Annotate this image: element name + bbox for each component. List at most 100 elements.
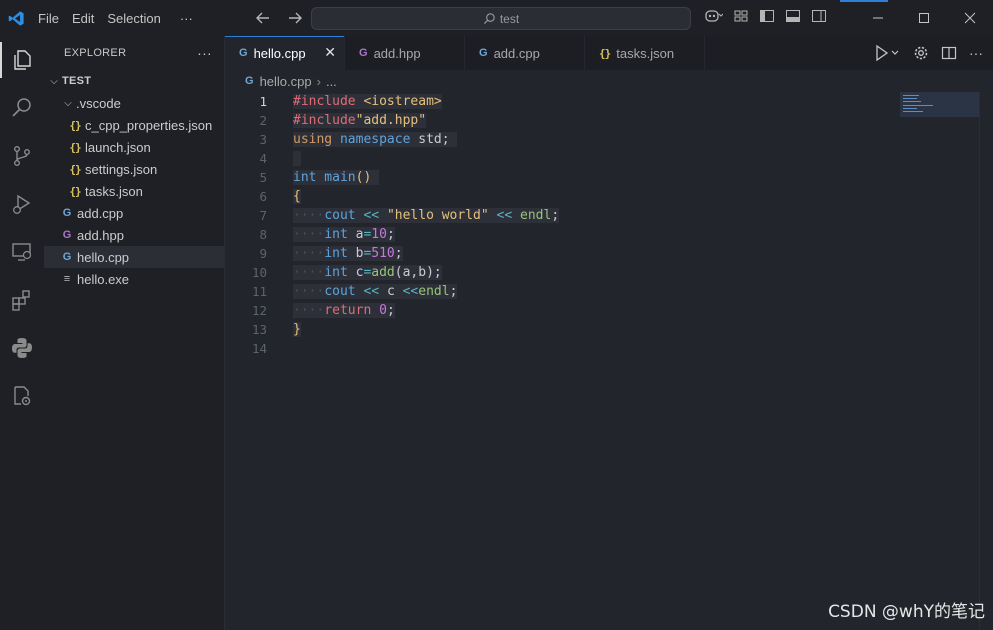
code-text: [293, 151, 301, 166]
activity-run-debug[interactable]: [0, 180, 44, 228]
code-editor[interactable]: 1 #include <iostream> 2 #include"add.hpp…: [225, 92, 993, 358]
line-number: 8: [259, 227, 267, 242]
tree-item-label: launch.json: [85, 139, 151, 155]
token: 10: [371, 227, 387, 242]
tree-item-hello-cpp[interactable]: G hello.cpp: [44, 246, 224, 268]
token: <<: [355, 284, 387, 299]
command-center-search[interactable]: test: [311, 7, 691, 30]
token: ;: [449, 284, 458, 299]
workspace-folder[interactable]: ⌵ TEST: [44, 70, 224, 92]
breadcrumb-file[interactable]: hello.cpp: [260, 74, 312, 89]
gear-icon[interactable]: [913, 45, 929, 61]
tree-item-settings-json[interactable]: {} settings.json: [44, 158, 224, 180]
tree-item-c-cpp-properties[interactable]: {} c_cpp_properties.json: [44, 114, 224, 136]
token: (a,b);: [394, 265, 442, 280]
token: ;: [386, 227, 395, 242]
tree-item-label: settings.json: [85, 161, 158, 177]
maximize-button[interactable]: [901, 0, 947, 36]
menu-file[interactable]: File: [38, 11, 59, 26]
line-number: 6: [259, 189, 267, 204]
close-window-button[interactable]: [947, 0, 993, 36]
tree-item-vscode-folder[interactable]: ⌵ .vscode: [44, 92, 224, 114]
code-line: 6 {: [225, 187, 993, 206]
token: endl: [520, 208, 552, 223]
code-line: 11 ····cout << c <<endl;: [225, 282, 993, 301]
code-text: ····int b=510;: [293, 246, 403, 261]
extensions-icon: [12, 290, 30, 311]
code-line: 12 ····return 0;: [225, 301, 993, 320]
back-arrow-icon[interactable]: [254, 9, 272, 27]
cpp-file-icon: G: [62, 251, 72, 263]
token: namespace: [339, 132, 411, 147]
activity-extensions[interactable]: [0, 276, 44, 324]
token: b: [347, 246, 364, 261]
close-tab-icon[interactable]: ✕: [324, 44, 336, 61]
close-icon: [964, 12, 976, 24]
activity-explorer[interactable]: [0, 36, 44, 84]
menu-more[interactable]: ···: [180, 11, 193, 26]
token: 0: [379, 303, 387, 318]
explorer-header: EXPLORER ···: [44, 36, 224, 70]
minimap[interactable]: [900, 92, 980, 117]
token: cout: [324, 208, 356, 223]
cpp-file-icon: G: [245, 75, 254, 87]
activity-python[interactable]: [0, 324, 44, 372]
toggle-primary-sidebar-icon[interactable]: [759, 8, 775, 24]
more-actions-icon[interactable]: ···: [969, 45, 983, 61]
code-text: ····return 0;: [293, 303, 395, 318]
activity-remote-explorer[interactable]: [0, 228, 44, 276]
run-debug-dropdown-icon[interactable]: [873, 44, 901, 62]
tree-item-tasks-json[interactable]: {} tasks.json: [44, 180, 224, 202]
token: int: [324, 246, 348, 261]
line-number: 5: [259, 170, 267, 185]
code-text: #include <iostream>: [293, 94, 442, 109]
token: 510: [371, 246, 395, 261]
menu-edit[interactable]: Edit: [72, 11, 94, 26]
minimize-button[interactable]: [855, 0, 901, 36]
line-number: 4: [259, 151, 267, 166]
workspace-folder-label: TEST: [62, 75, 92, 87]
maximize-icon: [919, 13, 929, 23]
code-line: 13 }: [225, 320, 993, 339]
activity-search[interactable]: [0, 84, 44, 132]
tab-add-hpp[interactable]: G add.hpp: [345, 36, 465, 70]
tree-item-hello-exe[interactable]: ≡ hello.exe: [44, 268, 224, 290]
token: "add.hpp": [355, 113, 427, 128]
toggle-panel-icon[interactable]: [785, 8, 801, 24]
token: ;: [386, 303, 395, 318]
chevron-right-icon: ›: [316, 73, 321, 89]
tab-add-cpp[interactable]: G add.cpp: [465, 36, 585, 70]
tab-hello-cpp[interactable]: G hello.cpp ✕: [225, 36, 345, 70]
explorer-sidebar: EXPLORER ··· ⌵ TEST ⌵ .vscode {} c_cpp_p…: [44, 36, 225, 630]
line-number: 3: [259, 132, 267, 147]
copilot-icon[interactable]: [703, 8, 723, 24]
breadcrumb-rest[interactable]: ...: [326, 74, 337, 89]
code-line: 7 ····cout << "hello world" << endl;: [225, 206, 993, 225]
tree-item-add-cpp[interactable]: G add.cpp: [44, 202, 224, 224]
python-icon: [12, 338, 32, 358]
line-number: 13: [251, 322, 267, 337]
customize-layout-icon[interactable]: [733, 8, 749, 24]
code-text: int main(): [293, 170, 380, 185]
tree-item-label: c_cpp_properties.json: [85, 117, 213, 133]
toggle-secondary-sidebar-icon[interactable]: [811, 8, 827, 24]
tab-tasks-json[interactable]: {} tasks.json: [585, 36, 705, 70]
activity-source-control[interactable]: [0, 132, 44, 180]
tree-item-launch-json[interactable]: {} launch.json: [44, 136, 224, 158]
forward-arrow-icon[interactable]: [286, 9, 304, 27]
tree-item-add-hpp[interactable]: G add.hpp: [44, 224, 224, 246]
editor-tabs: G hello.cpp ✕ G add.hpp G add.cpp {} tas…: [225, 36, 993, 70]
code-line: 5 int main(): [225, 168, 993, 187]
remote-explorer-icon: [12, 243, 32, 261]
vertical-scrollbar[interactable]: [979, 92, 993, 630]
split-editor-icon[interactable]: [941, 45, 957, 61]
watermark: CSDN @whY的笔记: [828, 602, 985, 622]
minimize-icon: [873, 17, 883, 19]
tree-item-label: hello.cpp: [77, 249, 130, 265]
token: int: [324, 227, 348, 242]
chevron-down-icon: ⌵: [64, 97, 72, 109]
explorer-more-actions[interactable]: ···: [197, 45, 212, 61]
activity-cmake[interactable]: [0, 372, 44, 420]
menu-selection[interactable]: Selection: [107, 11, 160, 26]
token: #include: [293, 94, 364, 109]
